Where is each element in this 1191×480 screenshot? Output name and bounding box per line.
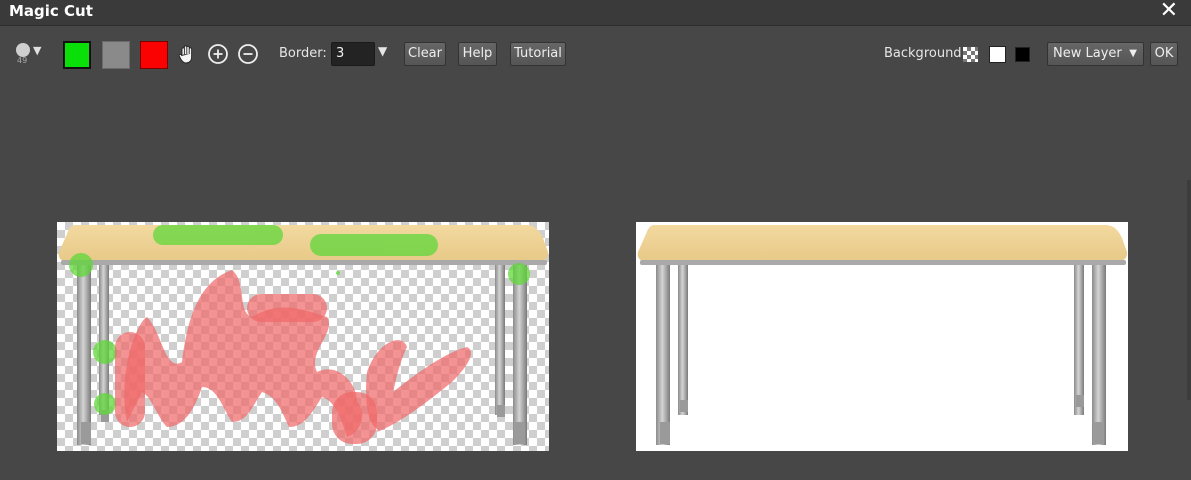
chevron-down-icon[interactable]: ▼ xyxy=(378,44,387,58)
neutral-color-swatch[interactable] xyxy=(102,41,130,69)
output-layer-value: New Layer xyxy=(1053,46,1122,61)
table-image-result xyxy=(637,225,1128,445)
output-layer-select[interactable]: New Layer ▼ xyxy=(1047,42,1144,66)
zoom-in-icon[interactable] xyxy=(207,43,229,65)
background-transparent-option[interactable] xyxy=(963,47,978,62)
title-bar: Magic Cut ✕ xyxy=(0,0,1191,26)
border-label: Border: xyxy=(279,46,327,61)
hand-icon[interactable] xyxy=(176,43,198,65)
tutorial-button[interactable]: Tutorial xyxy=(510,42,566,66)
brush-size-value: 49 xyxy=(17,56,28,65)
table-image-masked xyxy=(58,225,549,445)
zoom-out-icon[interactable] xyxy=(237,43,259,65)
close-icon[interactable]: ✕ xyxy=(1160,0,1178,23)
background-white-option[interactable] xyxy=(989,46,1006,63)
help-button[interactable]: Help xyxy=(458,42,497,66)
background-black-option[interactable] xyxy=(1015,47,1030,62)
background-label: Background: xyxy=(884,46,966,61)
brush-icon xyxy=(16,43,30,57)
window-title: Magic Cut xyxy=(9,2,93,20)
ok-button[interactable]: OK xyxy=(1150,42,1178,66)
chevron-down-icon: ▼ xyxy=(33,44,42,57)
clear-button[interactable]: Clear xyxy=(404,42,446,66)
chevron-down-icon: ▼ xyxy=(1129,48,1137,59)
brush-size-dropdown[interactable]: 49 ▼ xyxy=(14,41,46,67)
remove-color-swatch[interactable] xyxy=(140,41,168,69)
result-preview-canvas xyxy=(636,222,1128,451)
scrollbar[interactable] xyxy=(1187,180,1191,400)
keep-color-swatch[interactable] xyxy=(63,41,91,69)
toolbar: 49 ▼ Border: 3 ▼ Clear Help Tutorial Bac… xyxy=(0,30,1191,80)
mask-edit-canvas[interactable] xyxy=(57,222,549,451)
border-input[interactable]: 3 xyxy=(331,42,375,66)
